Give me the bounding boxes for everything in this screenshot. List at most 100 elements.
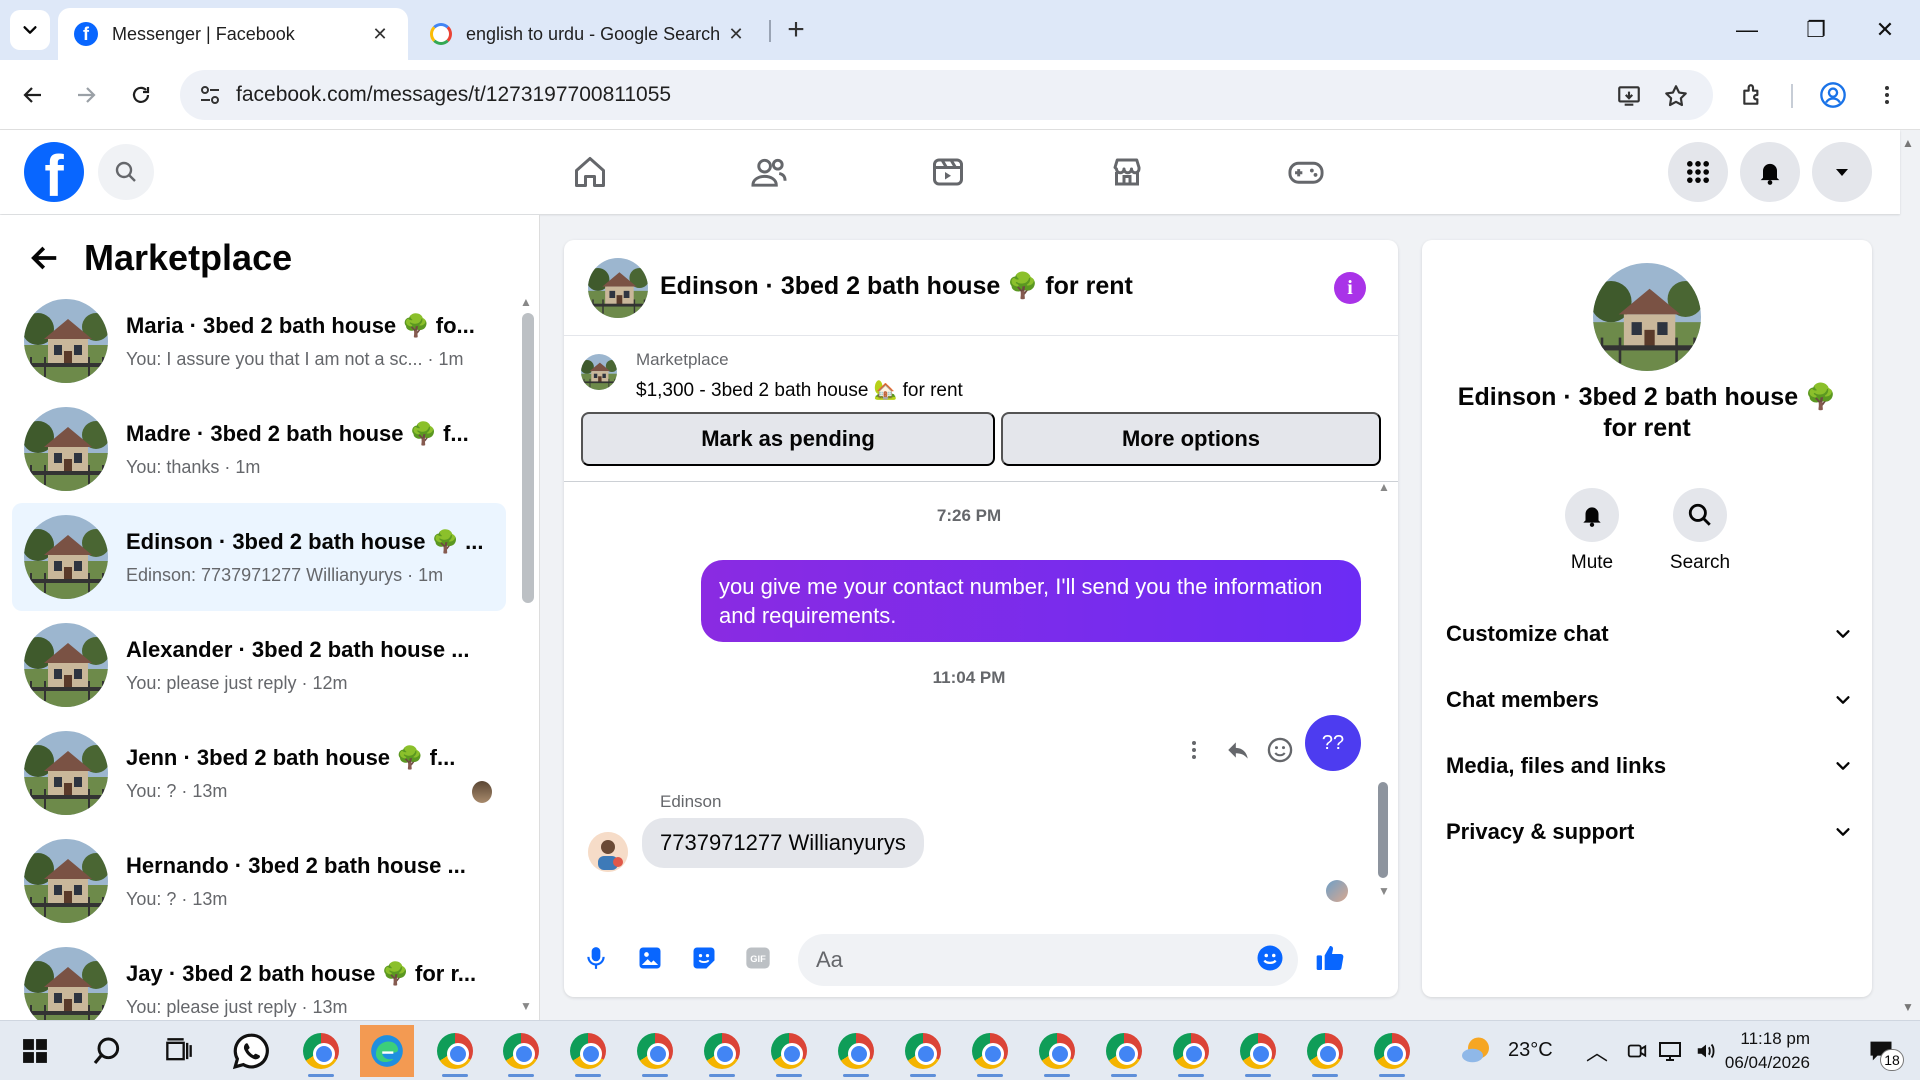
nav-gaming[interactable] (1256, 144, 1356, 200)
chrome-taskbar-button[interactable] (1030, 1025, 1084, 1077)
conversation-item[interactable]: Maria · 3bed 2 bath house 🌳 fo... You: I… (12, 287, 506, 395)
chrome-taskbar-button[interactable] (294, 1025, 348, 1077)
chrome-taskbar-button[interactable] (561, 1025, 615, 1077)
system-clock[interactable]: 11:18 pm 06/04/2026 (1700, 1027, 1810, 1075)
whatsapp-taskbar-button[interactable] (224, 1025, 278, 1077)
tray-overflow-chevron-up-icon[interactable]: ︿ (1586, 1035, 1608, 1067)
outgoing-message-pending[interactable]: ?? (1305, 715, 1361, 771)
voice-clip-button[interactable] (576, 938, 616, 978)
facebook-logo-icon[interactable]: f (24, 142, 84, 202)
message-thread-scrollbar[interactable] (1378, 782, 1388, 878)
extensions-button[interactable] (1732, 74, 1774, 116)
chrome-taskbar-button[interactable] (762, 1025, 816, 1077)
nav-marketplace[interactable] (1077, 144, 1177, 200)
search-in-chat-button[interactable]: Search (1650, 488, 1750, 574)
notifications-button[interactable] (1740, 142, 1800, 202)
sticker-button[interactable] (684, 938, 724, 978)
scroll-up-arrow-icon[interactable]: ▲ (1378, 480, 1390, 494)
chrome-taskbar-button[interactable] (428, 1025, 482, 1077)
message-input[interactable] (798, 934, 1298, 986)
gif-button[interactable]: GIF (738, 938, 778, 978)
start-button[interactable] (8, 1025, 62, 1077)
chrome-taskbar-button[interactable] (829, 1025, 883, 1077)
forward-button[interactable] (65, 74, 107, 116)
chrome-taskbar-button[interactable] (1164, 1025, 1218, 1077)
scroll-up-arrow-icon[interactable]: ▲ (520, 295, 532, 309)
chat-title[interactable]: Edinson · 3bed 2 bath house 🌳 for rent (660, 272, 1133, 301)
tab-search-button[interactable] (10, 10, 50, 50)
chrome-taskbar-button[interactable] (695, 1025, 749, 1077)
listing-thumbnail[interactable] (581, 354, 617, 390)
restore-button[interactable]: ❐ (1791, 10, 1841, 50)
mark-as-pending-button[interactable]: Mark as pending (581, 412, 995, 466)
page-scroll-up-arrow-icon[interactable]: ▲ (1902, 136, 1914, 150)
chat-members-section[interactable]: Chat members (1446, 680, 1852, 720)
facebook-search-button[interactable] (98, 144, 154, 200)
network-icon[interactable] (1654, 1025, 1688, 1077)
reply-icon[interactable] (1224, 737, 1252, 763)
close-tab-icon[interactable]: ✕ (368, 24, 392, 45)
conversation-list-scrollbar[interactable] (522, 313, 534, 603)
conversation-item[interactable]: Madre · 3bed 2 bath house 🌳 f... You: th… (12, 395, 506, 503)
site-settings-icon[interactable] (198, 83, 222, 107)
back-arrow-icon[interactable] (28, 243, 62, 273)
house-avatar[interactable] (588, 258, 648, 318)
chrome-taskbar-button[interactable] (1365, 1025, 1419, 1077)
outgoing-message[interactable]: you give me your contact number, I'll se… (701, 560, 1361, 642)
nav-watch[interactable] (898, 144, 998, 200)
menu-grid-button[interactable] (1668, 142, 1728, 202)
bookmark-star-icon[interactable] (1661, 81, 1691, 111)
scroll-down-arrow-icon[interactable]: ▼ (520, 999, 532, 1013)
weather-temperature[interactable]: 23°C (1508, 1039, 1553, 1062)
chrome-taskbar-button[interactable] (628, 1025, 682, 1077)
attach-photo-button[interactable] (630, 938, 670, 978)
address-bar[interactable]: facebook.com/messages/t/1273197700811055 (180, 70, 1713, 120)
send-like-button[interactable] (1310, 938, 1350, 978)
customize-chat-section[interactable]: Customize chat (1446, 614, 1852, 654)
info-icon[interactable]: i (1334, 272, 1366, 304)
install-app-icon[interactable] (1614, 81, 1644, 111)
reload-button[interactable] (120, 74, 162, 116)
taskbar-search-button[interactable] (80, 1025, 134, 1077)
listing-price[interactable]: $1,300 - 3bed 2 bath house 🏡 for rent (636, 378, 963, 402)
profile-button[interactable] (1812, 74, 1854, 116)
conversation-item[interactable]: Jenn · 3bed 2 bath house 🌳 f... You: ? ·… (12, 719, 506, 827)
tab-google-search[interactable]: english to urdu - Google Search ✕ (414, 8, 764, 60)
back-button[interactable] (12, 74, 54, 116)
minimize-button[interactable]: — (1722, 10, 1772, 50)
notification-center-button[interactable]: 18 (1856, 1025, 1906, 1077)
chrome-taskbar-button[interactable] (494, 1025, 548, 1077)
close-window-button[interactable]: ✕ (1860, 10, 1910, 50)
account-button[interactable] (1812, 142, 1872, 202)
close-tab-icon[interactable]: ✕ (724, 24, 748, 45)
weather-widget[interactable] (1450, 1025, 1504, 1077)
new-tab-button[interactable]: + (778, 12, 814, 48)
chrome-taskbar-button[interactable] (1097, 1025, 1151, 1077)
incoming-message[interactable]: 7737971277 Willianyurys (642, 818, 924, 868)
emoji-button[interactable] (1250, 938, 1290, 978)
task-view-button[interactable] (152, 1025, 206, 1077)
page-scroll-down-arrow-icon[interactable]: ▼ (1902, 1000, 1914, 1014)
conversation-item-selected[interactable]: Edinson · 3bed 2 bath house 🌳 ... Edinso… (12, 503, 506, 611)
conversation-item[interactable]: Hernando · 3bed 2 bath house ... You: ? … (12, 827, 506, 935)
edge-taskbar-button[interactable] (360, 1025, 414, 1077)
url-text[interactable]: facebook.com/messages/t/1273197700811055 (236, 83, 671, 107)
conversation-item[interactable]: Alexander · 3bed 2 bath house ... You: p… (12, 611, 506, 719)
privacy-support-section[interactable]: Privacy & support (1446, 812, 1852, 852)
chrome-taskbar-button[interactable] (963, 1025, 1017, 1077)
nav-friends[interactable] (719, 144, 819, 200)
sender-avatar[interactable] (588, 832, 628, 872)
mute-button[interactable]: Mute (1542, 488, 1642, 574)
chrome-taskbar-button[interactable] (896, 1025, 950, 1077)
nav-home[interactable] (540, 144, 640, 200)
media-files-links-section[interactable]: Media, files and links (1446, 746, 1852, 786)
more-options-button[interactable]: More options (1001, 412, 1381, 466)
conversation-item[interactable]: Jay · 3bed 2 bath house 🌳 for r... You: … (12, 935, 506, 1020)
chrome-taskbar-button[interactable] (1231, 1025, 1285, 1077)
house-avatar[interactable] (1593, 263, 1701, 371)
scroll-down-arrow-icon[interactable]: ▼ (1378, 884, 1390, 898)
browser-menu-button[interactable] (1866, 74, 1908, 116)
reaction-smiley-icon[interactable] (1266, 736, 1294, 764)
meet-now-icon[interactable] (1622, 1025, 1652, 1077)
chrome-taskbar-button[interactable] (1298, 1025, 1352, 1077)
